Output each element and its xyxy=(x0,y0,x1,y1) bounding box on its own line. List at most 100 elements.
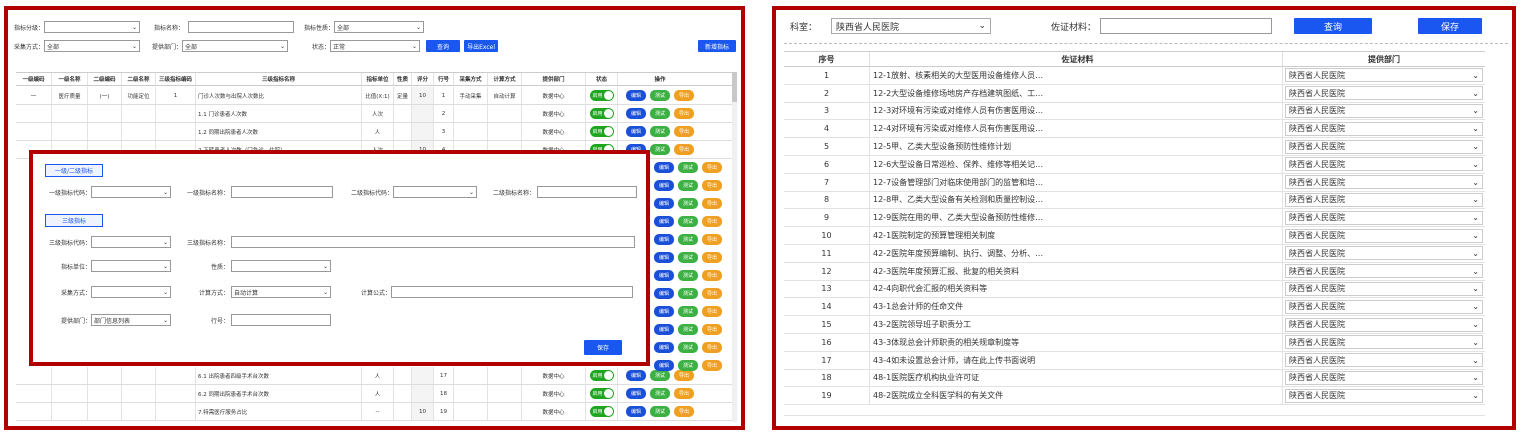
edit-button[interactable]: 编辑 xyxy=(626,126,646,137)
status-toggle[interactable]: 启用 xyxy=(589,90,614,101)
l2-code-select[interactable]: ⌄ xyxy=(393,186,477,198)
line-input[interactable] xyxy=(231,314,331,326)
l3-code-select[interactable]: ⌄ xyxy=(91,236,171,248)
test-button[interactable]: 测试 xyxy=(650,90,670,101)
calc-select[interactable]: 自动计算 ⌄ xyxy=(231,286,331,298)
edit-button[interactable]: 编辑 xyxy=(654,162,674,173)
status-select[interactable]: 正常 ⌄ xyxy=(330,40,421,52)
nature-select[interactable]: ⌄ xyxy=(231,260,331,272)
edit-button[interactable]: 编辑 xyxy=(654,216,674,227)
export-button[interactable]: 导出 xyxy=(674,388,694,399)
dept-select[interactable]: 陕西省人民医院 ⌄ xyxy=(1285,139,1483,154)
edit-button[interactable]: 编辑 xyxy=(626,370,646,381)
l1-name-input[interactable] xyxy=(231,186,333,198)
test-button[interactable]: 测试 xyxy=(650,370,670,381)
status-toggle[interactable]: 启用 xyxy=(589,406,614,417)
dept-select[interactable]: 陕西省人民医院 ⌄ xyxy=(1285,353,1483,368)
test-button[interactable]: 测试 xyxy=(678,342,698,353)
edit-button[interactable]: 编辑 xyxy=(654,324,674,335)
export-button[interactable]: 导出 xyxy=(674,90,694,101)
dept-select[interactable]: 陕西省人民医院 ⌄ xyxy=(1285,175,1483,190)
l3-name-input[interactable] xyxy=(231,236,635,248)
export-button[interactable]: 导出 xyxy=(702,360,722,371)
dept-select[interactable]: 陕西省人民医院 ⌄ xyxy=(1285,192,1483,207)
export-button[interactable]: 导出 xyxy=(702,288,722,299)
dept-select[interactable]: 陕西省人民医院 ⌄ xyxy=(1285,388,1483,403)
export-button[interactable]: 导出 xyxy=(674,108,694,119)
test-button[interactable]: 测试 xyxy=(650,388,670,399)
edit-button[interactable]: 编辑 xyxy=(626,406,646,417)
scrollbar-thumb[interactable] xyxy=(732,72,737,102)
status-toggle[interactable]: 启用 xyxy=(589,126,614,137)
dept-select[interactable]: 陕西省人民医院 ⌄ xyxy=(1285,370,1483,385)
status-toggle[interactable]: 启用 xyxy=(589,108,614,119)
dept-select[interactable]: 陕西省人民医院 ⌄ xyxy=(1285,103,1483,118)
export-button[interactable]: 导出 xyxy=(674,126,694,137)
test-button[interactable]: 测试 xyxy=(678,180,698,191)
collect-select[interactable]: ⌄ xyxy=(91,286,171,298)
dept-select[interactable]: 陕西省人民医院 ⌄ xyxy=(1285,68,1483,83)
edit-button[interactable]: 编辑 xyxy=(626,90,646,101)
unit-select[interactable]: ⌄ xyxy=(91,260,171,272)
l1-code-select[interactable]: ⌄ xyxy=(91,186,171,198)
test-button[interactable]: 测试 xyxy=(678,324,698,335)
status-toggle[interactable]: 启用 xyxy=(589,370,614,381)
test-button[interactable]: 测试 xyxy=(678,198,698,209)
export-button[interactable]: 导出 xyxy=(702,270,722,281)
status-toggle[interactable]: 启用 xyxy=(589,388,614,399)
material-input[interactable] xyxy=(1100,18,1273,34)
dept-select[interactable]: 陕西省人民医院 ⌄ xyxy=(1285,281,1483,296)
dept-select[interactable]: 部门信息列表 ⌄ xyxy=(91,314,171,326)
edit-button[interactable]: 编辑 xyxy=(654,360,674,371)
export-button[interactable]: 导出 xyxy=(674,370,694,381)
level-select[interactable]: ⌄ xyxy=(44,21,141,33)
test-button[interactable]: 测试 xyxy=(650,406,670,417)
test-button[interactable]: 测试 xyxy=(678,360,698,371)
edit-button[interactable]: 编辑 xyxy=(654,342,674,353)
name-input[interactable] xyxy=(188,21,295,33)
edit-button[interactable]: 编辑 xyxy=(626,108,646,119)
export-button[interactable]: 导出 xyxy=(702,198,722,209)
dept-select[interactable]: 陕西省人民医院 ⌄ xyxy=(1285,317,1483,332)
test-button[interactable]: 测试 xyxy=(678,252,698,263)
export-button[interactable]: 导出 xyxy=(702,216,722,227)
edit-button[interactable]: 编辑 xyxy=(654,270,674,281)
export-button[interactable]: 导出 xyxy=(702,342,722,353)
table-scrollbar[interactable] xyxy=(732,72,737,422)
edit-button[interactable]: 编辑 xyxy=(654,306,674,317)
test-button[interactable]: 测试 xyxy=(678,288,698,299)
test-button[interactable]: 测试 xyxy=(650,126,670,137)
edit-button[interactable]: 编辑 xyxy=(654,252,674,263)
nature-select[interactable]: 全部 ⌄ xyxy=(334,21,425,33)
formula-input[interactable] xyxy=(391,286,633,298)
l2-name-input[interactable] xyxy=(537,186,637,198)
dept-select[interactable]: 陕西省人民医院 ⌄ xyxy=(1285,335,1483,350)
test-button[interactable]: 测试 xyxy=(678,216,698,227)
test-button[interactable]: 测试 xyxy=(650,144,670,155)
query-button[interactable]: 查询 xyxy=(1294,18,1373,34)
test-button[interactable]: 测试 xyxy=(678,270,698,281)
test-button[interactable]: 测试 xyxy=(650,108,670,119)
save-button[interactable]: 保存 xyxy=(584,340,622,355)
collect-select[interactable]: 全部 ⌄ xyxy=(44,40,141,52)
export-button[interactable]: 导出 xyxy=(702,252,722,263)
dept-select[interactable]: 陕西省人民医院 ⌄ xyxy=(1285,210,1483,225)
test-button[interactable]: 测试 xyxy=(678,162,698,173)
dept-select[interactable]: 全部 ⌄ xyxy=(182,40,289,52)
export-button[interactable]: 导出 xyxy=(702,324,722,335)
test-button[interactable]: 测试 xyxy=(678,234,698,245)
export-button[interactable]: 导出 xyxy=(702,306,722,317)
add-indicator-button[interactable]: 新增指标 xyxy=(698,40,736,52)
dept-select[interactable]: 陕西省人民医院 ⌄ xyxy=(1285,121,1483,136)
dept-select[interactable]: 陕西省人民医院 ⌄ xyxy=(1285,86,1483,101)
dept-select[interactable]: 陕西省人民医院 ⌄ xyxy=(1285,228,1483,243)
export-button[interactable]: 导出 xyxy=(702,234,722,245)
edit-button[interactable]: 编辑 xyxy=(654,288,674,299)
dept-select[interactable]: 陕西省人民医院 ⌄ xyxy=(1285,246,1483,261)
dept-select[interactable]: 陕西省人民医院 ⌄ xyxy=(1285,157,1483,172)
dept-select[interactable]: 陕西省人民医院 ⌄ xyxy=(831,18,992,34)
export-button[interactable]: 导出 xyxy=(674,144,694,155)
export-excel-button[interactable]: 导出Excel xyxy=(464,40,499,52)
export-button[interactable]: 导出 xyxy=(702,162,722,173)
dept-select[interactable]: 陕西省人民医院 ⌄ xyxy=(1285,264,1483,279)
